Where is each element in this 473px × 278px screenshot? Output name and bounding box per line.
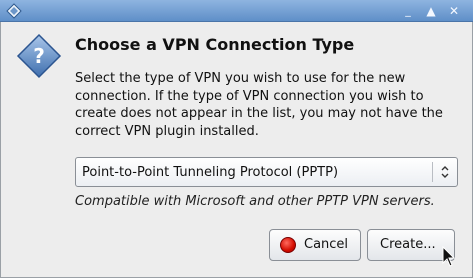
dialog-description: Select the type of VPN you wish to use f… [75, 71, 443, 139]
close-icon: ✕ [448, 4, 460, 18]
title-bar[interactable]: _ ▲ ✕ [0, 0, 473, 22]
vpn-type-hint: Compatible with Microsoft and other PPTP… [75, 194, 435, 209]
minimize-button[interactable]: _ [400, 3, 416, 19]
create-button-label: Create... [380, 237, 436, 252]
cancel-button[interactable]: Cancel [269, 229, 361, 261]
cancel-icon [280, 237, 296, 253]
question-icon: ? [16, 33, 62, 79]
cancel-button-label: Cancel [304, 237, 349, 252]
dialog-heading: Choose a VPN Connection Type [75, 35, 355, 54]
diamond-app-icon[interactable] [6, 3, 22, 19]
svg-text:?: ? [33, 44, 45, 68]
updown-arrow-icon [441, 166, 449, 178]
combo-separator [432, 162, 433, 182]
maximize-button[interactable]: ▲ [423, 3, 439, 19]
mouse-pointer-icon [442, 246, 456, 267]
vpn-type-selected-value: Point-to-Point Tunneling Protocol (PPTP) [82, 165, 339, 180]
maximize-icon: ▲ [426, 4, 436, 18]
close-button[interactable]: ✕ [446, 3, 462, 19]
minimize-icon: _ [405, 4, 411, 17]
vpn-type-select[interactable]: Point-to-Point Tunneling Protocol (PPTP) [75, 157, 458, 187]
